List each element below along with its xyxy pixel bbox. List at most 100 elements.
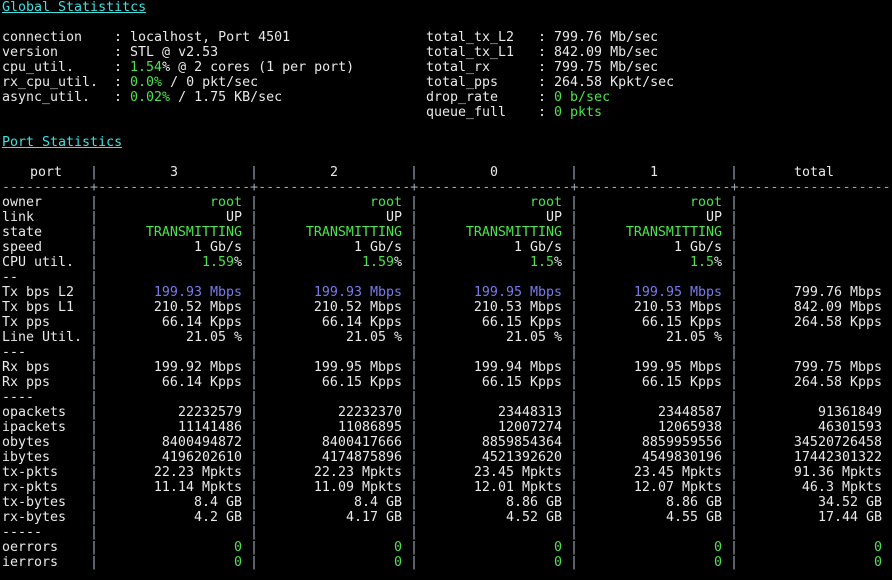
column-divider: | xyxy=(90,240,99,255)
cell-unit: % xyxy=(713,255,722,270)
stat-separator: : xyxy=(530,90,555,105)
stat-value: STL @ v2.53 xyxy=(130,45,219,60)
cell-value: 22232579 xyxy=(177,405,242,420)
cell-1: 1 Gb/s xyxy=(578,240,730,255)
column-divider: | xyxy=(410,330,419,345)
cell-3: 1.59% xyxy=(98,255,250,270)
cell-total: 799.76 Mbps xyxy=(738,285,890,300)
column-divider: | xyxy=(410,435,419,450)
column-divider: | xyxy=(730,345,739,360)
cell-3: 8400494872 xyxy=(98,435,250,450)
stat-key: async_util. xyxy=(2,90,91,105)
cell-0: 12007274 xyxy=(418,420,570,435)
cell-1: 12.07 Mpkts xyxy=(578,480,730,495)
column-divider: | xyxy=(730,495,739,510)
cell-3: 0 xyxy=(98,540,250,555)
table-header-row: port | 3 | 2 | 0 | 1 | total xyxy=(2,165,890,180)
stat-key: total_tx_L1 xyxy=(426,45,515,60)
cell-0: 23448313 xyxy=(418,405,570,420)
column-divider: | xyxy=(730,285,739,300)
table-row: opackets | 22232579 | 22232370 | 23448313 | 2… xyxy=(2,405,890,420)
cell-0: TRANSMITTING xyxy=(418,225,570,240)
cell-value: 210.52 Mbps xyxy=(313,300,402,315)
column-divider: | xyxy=(570,495,579,510)
table-row: -- | | | | | xyxy=(2,270,890,285)
cell-3: UP xyxy=(98,210,250,225)
column-divider: | xyxy=(90,375,99,390)
column-divider: | xyxy=(250,165,259,180)
column-header-port: port xyxy=(29,165,63,180)
stat-separator: : xyxy=(106,60,131,75)
column-divider: | xyxy=(570,345,579,360)
column-divider: | xyxy=(730,225,739,240)
stat-key: drop_rate xyxy=(426,90,499,105)
column-header-3: 3 xyxy=(169,165,178,180)
cell-value: 8.86 GB xyxy=(505,495,562,510)
cell-1: 23448587 xyxy=(578,405,730,420)
column-divider: | xyxy=(410,465,419,480)
cell-value: 34.52 GB xyxy=(817,495,882,510)
cell-value: 8400417666 xyxy=(321,435,402,450)
cell-value: 11.14 Mpkts xyxy=(153,480,242,495)
column-divider: | xyxy=(250,300,259,315)
cell-0: 66.15 Kpps xyxy=(418,375,570,390)
column-header-2: 2 xyxy=(329,165,338,180)
column-header-1: 1 xyxy=(649,165,658,180)
column-divider: | xyxy=(570,165,579,180)
column-divider: | xyxy=(570,450,579,465)
row-label: Rx pps xyxy=(2,375,51,390)
column-divider: | xyxy=(410,450,419,465)
cell-value: 23.45 Mpkts xyxy=(473,465,562,480)
row-label: Rx bps xyxy=(2,360,51,375)
cell-2: UP xyxy=(258,210,410,225)
stat-separator: : xyxy=(530,60,555,75)
column-divider: | xyxy=(410,285,419,300)
cell-0: 66.15 Kpps xyxy=(418,315,570,330)
cell-value: 21.05 % xyxy=(665,330,722,345)
cell-value: 842.09 Mbps xyxy=(793,300,882,315)
table-row: state | TRANSMITTING | TRANSMITTING | TRANSM… xyxy=(2,225,890,240)
table-row: Line Util. | 21.05 % | 21.05 % | 21.05 % | 21… xyxy=(2,330,890,345)
cell-value: 66.14 Kpps xyxy=(161,315,242,330)
cell-value: 0 xyxy=(713,540,722,555)
cell-2: 1 Gb/s xyxy=(258,240,410,255)
cell-3: 66.14 Kpps xyxy=(98,315,250,330)
column-divider: | xyxy=(570,555,579,570)
stat-value: 0.02% xyxy=(130,90,171,105)
cell-value: 0 xyxy=(393,555,402,570)
cell-1: 0 xyxy=(578,540,730,555)
cell-1: 1.5% xyxy=(578,255,730,270)
cell-2: 210.52 Mbps xyxy=(258,300,410,315)
cell-3: 0 xyxy=(98,555,250,570)
column-divider: | xyxy=(250,360,259,375)
cell-value: 4.52 GB xyxy=(505,510,562,525)
column-divider: | xyxy=(90,480,99,495)
cell-0: 21.05 % xyxy=(418,330,570,345)
cell-0: 23.45 Mpkts xyxy=(418,465,570,480)
cell-value: 0 xyxy=(873,555,882,570)
column-divider: | xyxy=(410,195,419,210)
column-divider: | xyxy=(730,270,739,285)
global-right-row: total_rx : 799.75 Mb/sec xyxy=(426,60,658,75)
column-divider: | xyxy=(730,555,739,570)
column-divider: | xyxy=(570,195,579,210)
cell-value: 199.93 Mbps xyxy=(313,285,402,300)
column-divider: | xyxy=(250,225,259,240)
cell-value: 8859854364 xyxy=(481,435,562,450)
cell-3: 4196202610 xyxy=(98,450,250,465)
cell-value: 1.59 xyxy=(201,255,234,270)
column-divider: | xyxy=(730,540,739,555)
cell-value: 23.45 Mpkts xyxy=(633,465,722,480)
table-header-separator: -----------+-------------------+--------… xyxy=(2,180,891,195)
column-divider: | xyxy=(730,315,739,330)
cell-value: 12.01 Mpkts xyxy=(473,480,562,495)
cell-value: 66.14 Kpps xyxy=(321,315,402,330)
column-divider: | xyxy=(90,465,99,480)
row-label: Tx pps xyxy=(2,315,51,330)
table-row: ---- | | | | | xyxy=(2,390,890,405)
stat-value: 799.75 Mb/sec xyxy=(554,60,659,75)
cell-value: 66.15 Kpps xyxy=(481,375,562,390)
column-divider: | xyxy=(730,360,739,375)
cell-value: UP xyxy=(225,210,242,225)
cell-value: 11086895 xyxy=(337,420,402,435)
